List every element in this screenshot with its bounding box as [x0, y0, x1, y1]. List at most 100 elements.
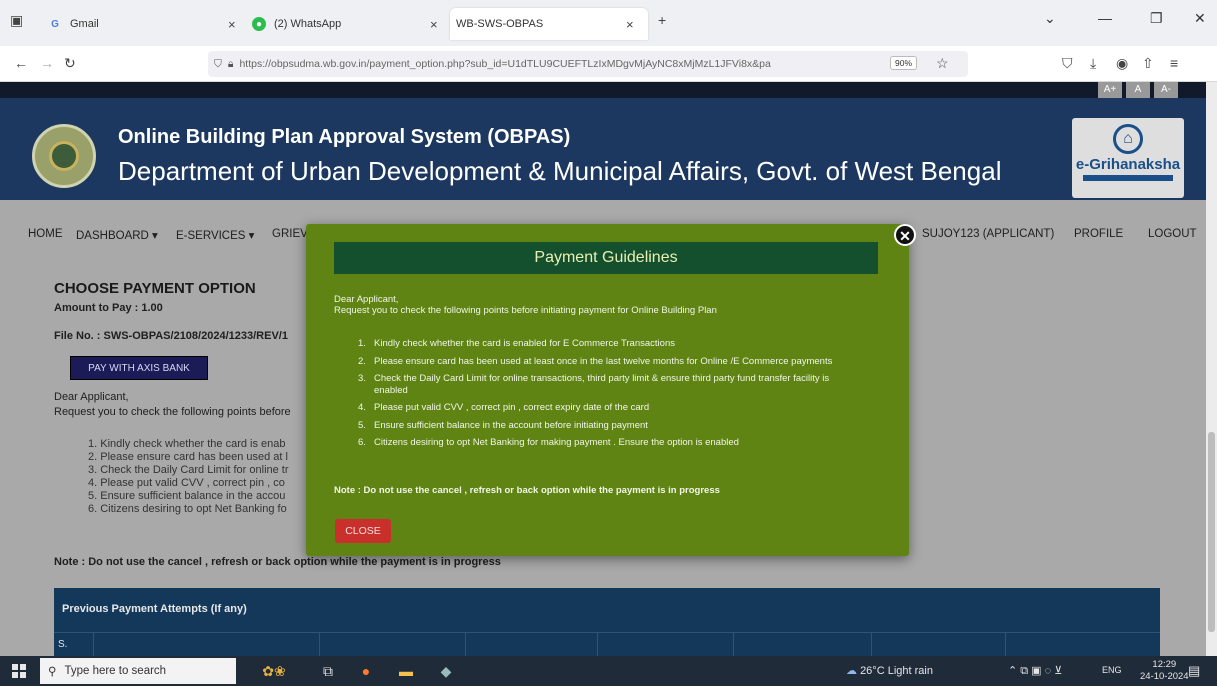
list-item: 1. Kindly check whether the card is enabl…: [358, 338, 675, 349]
windows-start-icon[interactable]: [12, 664, 26, 678]
window-close-icon[interactable]: ✕: [1194, 10, 1206, 27]
system-tray[interactable]: ⌃ ⧉ ▣ ◌ ⊻: [1008, 664, 1062, 678]
tab-title: (2) WhatsApp: [274, 18, 342, 30]
account-icon[interactable]: ◉: [1116, 55, 1128, 72]
modal-note: Note : Do not use the cancel , refresh o…: [334, 485, 720, 496]
nav-dashboard[interactable]: DASHBOARD ▾: [76, 228, 158, 242]
extensions-icon[interactable]: ⇧: [1142, 55, 1154, 72]
gmail-icon: G: [51, 18, 59, 30]
state-emblem-icon: [32, 124, 96, 188]
greeting-text: Dear Applicant,: [54, 391, 129, 403]
modal-guideline-list: 1. Kindly check whether the card is enabl…: [358, 338, 858, 455]
list-item: 4. Please put valid CVV , correct pin , c…: [358, 402, 650, 413]
language-indicator[interactable]: ENG: [1102, 665, 1122, 675]
taskbar-clock[interactable]: 12:29 24-10-2024: [1140, 659, 1189, 683]
font-increase-button[interactable]: A+: [1098, 82, 1122, 98]
modal-greeting: Dear Applicant,: [334, 294, 399, 305]
bookmark-star-icon[interactable]: ☆: [936, 55, 949, 72]
amount-to-pay: Amount to Pay : 1.00: [54, 302, 163, 314]
nav-logout[interactable]: LOGOUT: [1148, 228, 1197, 240]
new-tab-icon[interactable]: +: [658, 12, 666, 28]
site-header: Online Building Plan Approval System (OB…: [0, 98, 1206, 200]
list-item: 1. Kindly check whether the card is enab: [88, 438, 286, 450]
table-header-cell: [94, 633, 320, 656]
file-explorer-icon[interactable]: ▬: [396, 661, 416, 681]
browser-tab-bar: ▣ G Gmail × ● (2) WhatsApp × WB-SWS-OBPA…: [0, 0, 1217, 46]
file-number: File No. : SWS-OBPAS/2108/2024/1233/REV/…: [54, 330, 288, 342]
table-header-cell: [466, 633, 598, 656]
table-header-cell: [872, 633, 1006, 656]
modal-title: Payment Guidelines: [334, 242, 878, 274]
house-icon: ⌂: [1113, 124, 1143, 154]
maximize-icon[interactable]: ❐: [1150, 10, 1163, 27]
close-tab-icon[interactable]: ×: [228, 17, 236, 32]
zoom-level[interactable]: 90%: [890, 56, 918, 70]
nav-profile[interactable]: PROFILE: [1074, 228, 1123, 240]
task-view-icon[interactable]: ⧉: [318, 661, 338, 681]
font-decrease-button[interactable]: A-: [1154, 82, 1178, 98]
department-name: Department of Urban Development & Munici…: [118, 156, 1002, 186]
lock-icon: 🔒︎: [227, 57, 234, 70]
firefox-icon[interactable]: ●: [356, 661, 376, 681]
previous-attempts-table: Previous Payment Attempts (If any) S.: [54, 588, 1160, 656]
weather-status[interactable]: ☁ 26°C Light rain: [846, 664, 933, 677]
list-item: 3. Check the Daily Card Limit for online …: [358, 373, 830, 396]
tab-title: WB-SWS-OBPAS: [456, 18, 544, 30]
page-scrollbar[interactable]: [1206, 82, 1217, 656]
nav-grievance[interactable]: GRIEV: [272, 228, 308, 240]
site-title: Online Building Plan Approval System (OB…: [118, 126, 571, 148]
table-header-cell: [320, 633, 466, 656]
accessibility-strip: A+ A A-: [0, 82, 1206, 98]
table-header-row: S.: [54, 632, 1160, 656]
minimize-icon[interactable]: —: [1098, 10, 1112, 26]
e-grihanaksha-logo: ⌂ e-Grihanaksha: [1072, 118, 1184, 198]
weather-widget-icon[interactable]: ✿❀: [244, 661, 304, 681]
whatsapp-icon: ●: [252, 17, 266, 31]
shield-icon: ⛉: [214, 57, 222, 70]
font-normal-button[interactable]: A: [1126, 82, 1150, 98]
back-icon[interactable]: ←: [14, 55, 28, 71]
tab-title: Gmail: [70, 18, 99, 30]
tab-gmail[interactable]: G Gmail ×: [48, 8, 238, 40]
tab-overflow-icon[interactable]: ⌄: [1044, 10, 1056, 27]
list-item: 6. Citizens desiring to opt Net Banking f…: [358, 437, 739, 448]
tab-obpas[interactable]: WB-SWS-OBPAS ×: [450, 8, 648, 40]
windows-taskbar: ⚲ Type here to search ✿❀ ⧉ ● ▬ ◆ ☁ 26°C …: [0, 656, 1217, 686]
menu-icon[interactable]: ≡: [1170, 55, 1178, 71]
taskbar-search[interactable]: ⚲ Type here to search: [40, 658, 236, 684]
cloud-rain-icon: ☁: [846, 665, 857, 677]
close-button[interactable]: CLOSE: [335, 519, 391, 543]
scroll-thumb[interactable]: [1208, 432, 1215, 632]
download-icon[interactable]: ⤓: [1090, 55, 1096, 72]
notification-icon[interactable]: ▤: [1188, 663, 1200, 679]
table-header-cell: [598, 633, 734, 656]
payment-note: Note : Do not use the cancel , refresh o…: [54, 556, 501, 568]
nav-home[interactable]: HOME: [28, 228, 63, 240]
forward-icon[interactable]: →: [40, 55, 54, 71]
list-item: 2. Please ensure card has been used at l: [88, 451, 288, 463]
table-header-cell: S.: [54, 633, 94, 656]
pay-with-axis-bank-button[interactable]: PAY WITH AXIS BANK: [70, 356, 208, 380]
pocket-icon[interactable]: ⛉: [1062, 55, 1073, 72]
list-item: 2. Please ensure card has been used at le…: [358, 355, 833, 367]
nav-user: SUJOY123 (APPLICANT): [922, 228, 1055, 240]
close-tab-icon[interactable]: ×: [626, 17, 634, 32]
guideline-list: 1. Kindly check whether the card is enab…: [88, 438, 289, 516]
attempts-title: Previous Payment Attempts (If any): [62, 603, 247, 615]
page-title: CHOOSE PAYMENT OPTION: [54, 280, 256, 297]
close-tab-icon[interactable]: ×: [430, 17, 438, 32]
tab-whatsapp[interactable]: ● (2) WhatsApp ×: [252, 8, 442, 40]
tab-list-icon[interactable]: ▣: [10, 12, 23, 29]
url-field[interactable]: ⛉ 🔒︎ https://obpsudma.wb.gov.in/payment_…: [208, 51, 968, 77]
nav-eservices[interactable]: E-SERVICES ▾: [176, 228, 254, 242]
list-item: 5. Ensure sufficient balance in the accou…: [358, 419, 648, 431]
close-icon[interactable]: ✕: [894, 224, 916, 246]
list-item: 5. Ensure sufficient balance in the acco…: [88, 490, 286, 502]
reload-icon[interactable]: ↻: [64, 55, 76, 72]
app-icon[interactable]: ◆: [436, 661, 456, 681]
search-icon: ⚲: [48, 666, 57, 678]
payment-guidelines-modal: Payment Guidelines ✕ Dear Applicant, Req…: [306, 224, 916, 556]
list-item: 3. Check the Daily Card Limit for online…: [88, 464, 289, 476]
table-header-cell: [734, 633, 872, 656]
url-text: https://obpsudma.wb.gov.in/payment_optio…: [239, 58, 771, 70]
